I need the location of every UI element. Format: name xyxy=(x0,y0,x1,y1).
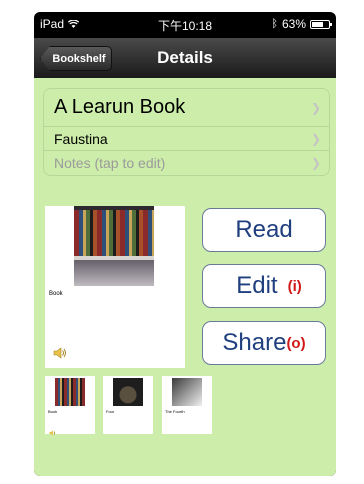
status-right: ᛒ 63% xyxy=(271,17,332,31)
speaker-icon[interactable] xyxy=(53,346,67,359)
device-screen: iPad 下午10:18 ᛒ 63% Bookshelf Details A L… xyxy=(34,12,336,476)
page-thumbnail-label: The Fourth xyxy=(165,409,185,414)
chevron-right-icon: ❯ xyxy=(310,131,321,146)
page-thumbnail-image xyxy=(172,378,202,406)
share-button[interactable]: Share (o) xyxy=(202,321,326,365)
cover-page-preview[interactable]: Book xyxy=(45,206,185,368)
share-shortcut-hint: (o) xyxy=(286,334,306,352)
status-bar: iPad 下午10:18 ᛒ 63% xyxy=(34,12,336,34)
chevron-right-icon: ❯ xyxy=(310,156,321,170)
battery-icon xyxy=(310,19,332,29)
page-thumbnail-image xyxy=(55,378,85,406)
bookshelf-image xyxy=(74,210,154,256)
book-title-row[interactable]: A Learun Book ❯ xyxy=(44,89,329,127)
page-thumbnail-label: Book xyxy=(48,409,58,414)
bluetooth-icon: ᛒ xyxy=(271,18,278,30)
author-name: Faustina xyxy=(54,130,108,147)
edit-shortcut-hint: (i) xyxy=(287,277,302,295)
page-thumbnail[interactable]: Book xyxy=(45,376,95,436)
book-info-group: A Learun Book ❯ Faustina ❯ Notes (tap to… xyxy=(43,88,330,176)
page-thumbnail-image xyxy=(113,378,143,406)
details-content: A Learun Book ❯ Faustina ❯ Notes (tap to… xyxy=(34,78,336,476)
notes-placeholder: Notes (tap to edit) xyxy=(54,155,166,171)
share-label: Share xyxy=(222,329,287,356)
read-label: Read xyxy=(235,216,293,243)
page-thumbnail[interactable]: Four xyxy=(103,376,153,434)
book-title: A Learun Book xyxy=(54,96,186,118)
navigation-bar: Bookshelf Details xyxy=(34,38,336,78)
cover-photo xyxy=(74,206,154,286)
cover-label: Book xyxy=(49,291,63,297)
speaker-icon xyxy=(49,423,56,436)
page-title: Details xyxy=(157,48,213,67)
edit-button[interactable]: Edit (i) xyxy=(202,264,326,308)
chevron-right-icon: ❯ xyxy=(310,100,321,115)
edit-label: Edit xyxy=(236,272,278,299)
battery-percent: 63% xyxy=(281,17,306,31)
notes-row[interactable]: Notes (tap to edit) ❯ xyxy=(44,151,329,175)
author-row[interactable]: Faustina ❯ xyxy=(44,127,329,151)
page-thumbnail-label: Four xyxy=(106,409,115,414)
read-button[interactable]: Read xyxy=(202,208,326,252)
shelf-image xyxy=(74,256,154,260)
page-thumbnail[interactable]: The Fourth xyxy=(162,376,212,434)
